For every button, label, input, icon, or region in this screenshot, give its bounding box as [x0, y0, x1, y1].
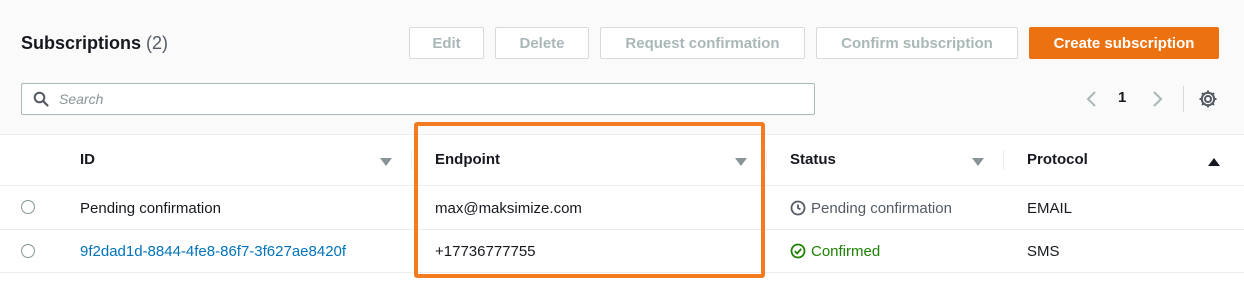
row-select-radio[interactable] — [21, 244, 35, 258]
sort-down-icon[interactable] — [735, 154, 747, 172]
pager-divider — [1183, 86, 1184, 112]
chevron-right-icon[interactable] — [1150, 89, 1164, 114]
subscription-count: (2) — [146, 33, 169, 53]
subscriptions-panel: Subscriptions (2) Edit Delete Request co… — [0, 0, 1244, 273]
row-protocol: EMAIL — [1027, 199, 1073, 217]
check-circle-icon — [790, 243, 806, 259]
column-header-status[interactable]: Status — [790, 134, 836, 184]
request-confirmation-button[interactable]: Request confirmation — [600, 27, 805, 59]
delete-button[interactable]: Delete — [495, 27, 589, 59]
row-id: Pending confirmation — [80, 199, 221, 217]
page-number[interactable]: 1 — [1118, 89, 1126, 106]
column-separator — [766, 150, 767, 170]
search-input[interactable]: Search — [21, 83, 815, 115]
column-separator — [411, 150, 412, 170]
sort-down-icon[interactable] — [380, 154, 392, 172]
sort-up-icon[interactable] — [1208, 154, 1220, 172]
search-icon — [33, 91, 49, 112]
clock-icon — [790, 200, 806, 216]
edit-button[interactable]: Edit — [409, 27, 484, 59]
title-text: Subscriptions — [21, 33, 142, 53]
column-header-endpoint[interactable]: Endpoint — [435, 134, 500, 184]
row-endpoint: max@maksimize.com — [435, 199, 582, 217]
status-badge: Confirmed — [790, 239, 880, 263]
page-title: Subscriptions (2) — [21, 33, 168, 54]
row-protocol: SMS — [1027, 242, 1060, 260]
column-header-protocol[interactable]: Protocol — [1027, 134, 1088, 184]
search-placeholder: Search — [59, 91, 104, 107]
sort-down-icon[interactable] — [972, 154, 984, 172]
status-text: Confirmed — [811, 242, 881, 260]
subscription-id-link[interactable]: 9f2dad1d-8844-4fe8-86f7-3f627ae8420f — [80, 239, 346, 263]
panel-header: Subscriptions (2) Edit Delete Request co… — [0, 0, 1244, 135]
row-select-radio[interactable] — [21, 200, 35, 214]
gear-icon[interactable] — [1197, 88, 1219, 115]
confirm-subscription-button[interactable]: Confirm subscription — [816, 27, 1018, 59]
column-separator — [1003, 150, 1004, 170]
status-badge: Pending confirmation — [790, 196, 952, 220]
column-header-id[interactable]: ID — [80, 134, 95, 184]
create-subscription-button[interactable]: Create subscription — [1029, 27, 1219, 59]
chevron-left-icon[interactable] — [1085, 89, 1099, 114]
status-text: Pending confirmation — [811, 199, 952, 217]
row-endpoint: +17736777755 — [435, 242, 536, 260]
row-divider — [0, 185, 1244, 186]
row-divider — [0, 229, 1244, 230]
